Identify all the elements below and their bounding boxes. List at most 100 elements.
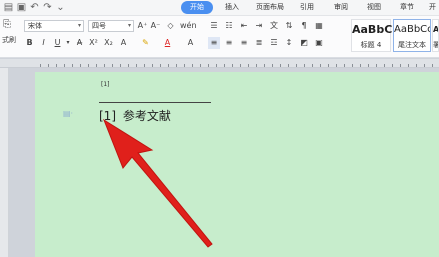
font-size-select[interactable]: 四号 ▾: [88, 20, 134, 32]
tab-page-layout[interactable]: 页面布局: [252, 1, 288, 14]
endnote-text: 参考文献: [122, 109, 171, 123]
format-painter-label[interactable]: 式刷: [0, 34, 18, 46]
chinese-layout-icon[interactable]: 文: [268, 20, 280, 32]
ruler-tick: [320, 64, 321, 67]
tab-home[interactable]: 开始: [181, 1, 213, 14]
clear-format-icon[interactable]: ◇: [165, 20, 176, 32]
shading-icon[interactable]: ◩: [298, 37, 310, 49]
ruler-tick: [352, 64, 353, 67]
ruler-tick: [72, 64, 73, 67]
ruler-tick: [224, 64, 225, 67]
ruler-tick: [296, 64, 297, 67]
tab-chapter[interactable]: 章节: [396, 1, 418, 14]
save-icon[interactable]: ▣: [15, 1, 28, 14]
ruler-tick: [88, 64, 89, 67]
underline-icon[interactable]: U: [52, 37, 63, 49]
ruler-tick: [336, 64, 337, 67]
ruler-tick: [432, 64, 433, 67]
ruler-tick: [208, 64, 209, 67]
subscript-icon[interactable]: X₂: [103, 37, 114, 49]
line-spacing-icon[interactable]: ↕: [283, 37, 295, 49]
style-label: 署: [433, 40, 438, 50]
horizontal-ruler[interactable]: [0, 59, 439, 68]
ruler-tick: [216, 64, 217, 67]
ruler-tick: [376, 64, 377, 67]
bold-icon[interactable]: B: [24, 37, 35, 49]
font-color-icon[interactable]: A: [162, 37, 173, 49]
increase-indent-icon[interactable]: ⇥: [253, 20, 265, 32]
numbered-list-icon[interactable]: ☷: [223, 20, 235, 32]
ruler-tick: [288, 64, 289, 67]
italic-icon[interactable]: I: [38, 37, 49, 49]
font-name-select[interactable]: 宋体 ▾: [24, 20, 84, 32]
ruler-tick: [400, 64, 401, 67]
style-preview: AaBbC: [352, 23, 393, 36]
style-preview: Aa: [433, 25, 439, 34]
tab-review[interactable]: 审阅: [330, 1, 352, 14]
ruler-tick: [328, 64, 329, 67]
ruler-tick: [160, 64, 161, 67]
phonetic-guide-icon[interactable]: wén: [180, 20, 197, 32]
decrease-indent-icon[interactable]: ⇤: [238, 20, 250, 32]
superscript-icon[interactable]: X²: [88, 37, 99, 49]
char-shading-icon[interactable]: A: [185, 37, 196, 49]
style-more[interactable]: Aa 署: [432, 19, 439, 52]
shrink-font-icon[interactable]: A⁻: [150, 20, 161, 32]
ruler-tick: [272, 64, 273, 67]
document-page[interactable]: [1] ▤· [1] 参考文献: [35, 72, 439, 257]
ruler-tick: [192, 64, 193, 67]
ruler-tick: [280, 64, 281, 67]
redo-icon[interactable]: ↷: [41, 1, 54, 14]
ruler-tick: [176, 64, 177, 67]
ruler-tick: [312, 64, 313, 67]
ruler-tick: [408, 64, 409, 67]
chevron-down-icon: ▾: [77, 22, 81, 29]
align-left-icon[interactable]: ≡: [208, 37, 220, 49]
grow-font-icon[interactable]: A⁺: [137, 20, 148, 32]
ruler-tick: [64, 64, 65, 67]
undo-icon[interactable]: ↶: [28, 1, 41, 14]
justify-icon[interactable]: ≣: [253, 37, 265, 49]
endnote-entry[interactable]: [1] 参考文献: [99, 107, 171, 124]
sort-icon[interactable]: ⇅: [283, 20, 295, 32]
align-center-icon[interactable]: ≡: [223, 37, 235, 49]
ruler-tick: [48, 64, 49, 67]
chevron-down-icon: ▾: [127, 22, 131, 29]
ruler-tick: [120, 64, 121, 67]
paragraph-marker-icon[interactable]: ▤·: [63, 109, 73, 118]
ruler-tick: [104, 64, 105, 67]
distributed-icon[interactable]: ☲: [268, 37, 280, 49]
style-heading-4[interactable]: AaBbC 标题 4: [351, 19, 393, 52]
border-icon[interactable]: ▦: [313, 20, 325, 32]
table-border-icon[interactable]: ▣: [313, 37, 325, 49]
ruler-tick: [56, 64, 57, 67]
title-bar: ▤ ▣ ↶ ↷ ⌄ 开始 插入 页面布局 引用 审阅 视图 章节 开: [0, 0, 439, 16]
align-right-icon[interactable]: ≡: [238, 37, 250, 49]
ruler-tick: [40, 64, 41, 67]
ruler-tick: [136, 64, 137, 67]
ribbon-toolbar: ⎘ 式刷 宋体 ▾ 四号 ▾ A⁺ A⁻ ◇ wén B I U ▾ A̶ X²…: [0, 16, 439, 58]
strikethrough-icon[interactable]: A̶: [74, 37, 85, 49]
bullet-list-icon[interactable]: ☰: [208, 20, 220, 32]
highlight-icon[interactable]: ✎: [140, 37, 151, 49]
ruler-tick: [424, 64, 425, 67]
format-painter-icon[interactable]: ⎘: [1, 19, 13, 31]
style-endnote-text[interactable]: AaBbCcI 尾注文本: [393, 19, 431, 52]
file-icon[interactable]: ▤: [2, 1, 15, 14]
tab-more[interactable]: 开: [426, 1, 439, 14]
font-size-value: 四号: [92, 22, 106, 30]
ruler-tick: [168, 64, 169, 67]
ruler-tick: [368, 64, 369, 67]
quick-access-dropdown-icon[interactable]: ⌄: [54, 1, 67, 14]
ruler-tick: [344, 64, 345, 67]
tab-insert[interactable]: 插入: [220, 1, 244, 14]
text-effect-icon[interactable]: A: [118, 37, 129, 49]
ruler-tick: [232, 64, 233, 67]
show-marks-icon[interactable]: ¶: [298, 20, 310, 32]
tab-view[interactable]: 视图: [363, 1, 385, 14]
style-label: 尾注文本: [398, 41, 426, 49]
tab-references[interactable]: 引用: [296, 1, 318, 14]
ruler-tick: [152, 64, 153, 67]
vertical-ruler: [0, 68, 9, 257]
chevron-down-icon[interactable]: ▾: [65, 37, 71, 49]
